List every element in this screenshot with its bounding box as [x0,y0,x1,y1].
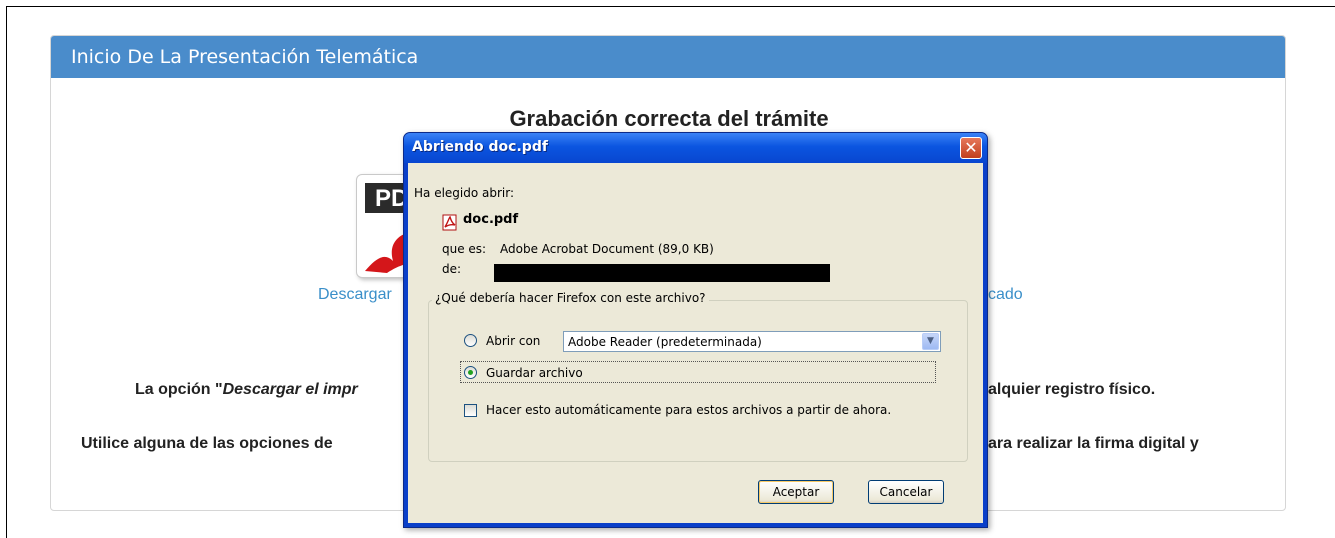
dialog-body: Ha elegido abrir: doc.pdf que es: Adobe … [408,163,983,523]
certificate-link[interactable]: cado [988,286,1023,304]
chosen-label: Ha elegido abrir: [414,186,515,200]
close-icon[interactable]: ✕ [960,137,982,159]
cancel-button[interactable]: Cancelar [868,480,944,504]
dialog-titlebar[interactable]: Abriendo doc.pdf ✕ [404,133,987,163]
info-paragraph-1-italic: Descargar el impr [222,381,358,398]
open-with-value: Adobe Reader (predeterminada) [568,335,762,349]
page-heading: Grabación correcta del trámite [509,106,829,131]
file-type-label: que es: [442,242,487,256]
open-with-label[interactable]: Abrir con [486,334,540,348]
file-name: doc.pdf [463,212,519,227]
save-file-radio[interactable] [464,366,477,379]
open-with-label-text: Abrir con [486,334,541,348]
file-source-redacted [494,264,830,282]
info-paragraph-2-tail: ara realizar la firma digital y [988,435,1199,452]
dropdown-arrow-icon[interactable]: ▼ [922,333,939,350]
auto-action-checkbox[interactable] [464,404,477,417]
open-file-dialog: Abriendo doc.pdf ✕ Ha elegido abrir: doc… [403,132,988,528]
dialog-title: Abriendo doc.pdf [412,139,548,155]
auto-action-label[interactable]: Hacer esto automáticamente para estos ar… [486,403,891,417]
action-question: ¿Qué debería hacer Firefox con este arch… [432,291,709,305]
window-frame-left [6,6,7,538]
file-type-value: Adobe Acrobat Document (89,0 KB) [500,242,714,256]
info-paragraph-1-tail: alquier registro físico. [988,381,1156,398]
save-file-label[interactable]: Guardar archivo [486,366,583,380]
open-with-select[interactable]: Adobe Reader (predeterminada) ▼ [563,331,941,352]
info-paragraph-1-prefix: La opción " [135,381,223,398]
file-source-label: de: [442,262,462,276]
open-with-radio[interactable] [464,334,477,347]
pdf-file-icon [442,214,457,231]
window-frame-top [6,6,1335,7]
panel-title: Inicio De La Presentación Telemática [51,36,1285,78]
info-paragraph-1: La opción "Descargar el impr [135,381,358,399]
info-paragraph-2: Utilice alguna de las opciones de [81,435,333,452]
download-link[interactable]: Descargar [318,286,392,304]
accept-button[interactable]: Aceptar [758,480,834,504]
